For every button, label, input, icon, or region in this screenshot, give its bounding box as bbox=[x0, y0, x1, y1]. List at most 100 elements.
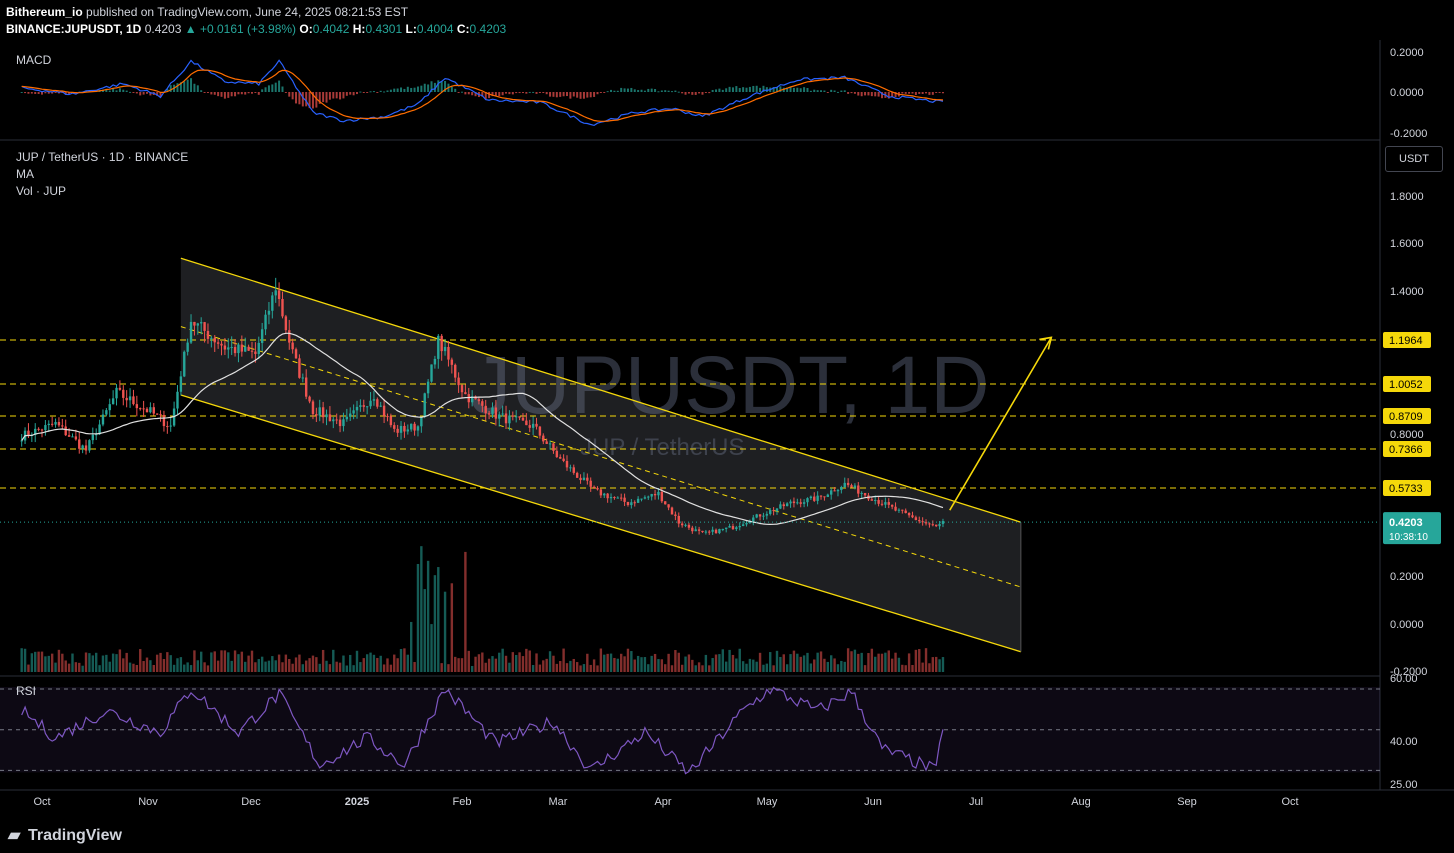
candle-body bbox=[149, 407, 152, 413]
macd-histogram-bar bbox=[830, 89, 833, 92]
macd-histogram-bar bbox=[816, 90, 819, 92]
candle-body bbox=[874, 499, 877, 501]
volume-bar bbox=[203, 662, 206, 672]
macd-histogram-bar bbox=[359, 91, 362, 93]
candle-body bbox=[758, 514, 762, 517]
macd-histogram-bar bbox=[200, 90, 203, 92]
volume-bar bbox=[907, 653, 911, 672]
candle-body bbox=[667, 504, 670, 508]
candle-body bbox=[755, 514, 758, 518]
volume-bar bbox=[609, 653, 613, 672]
chart-canvas[interactable]: JUPUSDT, 1DJUP / TetherUS1.19641.00520.8… bbox=[0, 0, 1454, 853]
candle-body bbox=[345, 416, 349, 420]
macd-histogram-bar bbox=[803, 87, 806, 92]
macd-histogram-bar bbox=[623, 88, 626, 92]
volume-bar bbox=[298, 654, 301, 672]
volume-bar bbox=[650, 655, 653, 672]
candle-body bbox=[565, 461, 569, 468]
ma-label[interactable]: MA bbox=[16, 167, 34, 181]
candle-body bbox=[857, 485, 860, 494]
macd-histogram-bar bbox=[864, 92, 867, 96]
volume-bar bbox=[176, 658, 179, 672]
macd-histogram-bar bbox=[386, 90, 389, 92]
rsi-axis-tick: 25.00 bbox=[1390, 779, 1418, 791]
volume-bar bbox=[311, 655, 315, 672]
candle-body bbox=[498, 414, 501, 419]
macd-histogram-bar bbox=[603, 92, 606, 93]
pair-label[interactable]: JUP / TetherUS · 1D · BINANCE bbox=[16, 150, 188, 164]
candle-body bbox=[254, 351, 257, 354]
volume-bar bbox=[145, 657, 149, 672]
candle-body bbox=[664, 501, 667, 505]
macd-histogram-bar bbox=[698, 92, 701, 94]
candle-body bbox=[67, 435, 71, 437]
macd-histogram-bar bbox=[870, 92, 873, 97]
volume-bar bbox=[799, 656, 802, 672]
macd-histogram-bar bbox=[423, 83, 426, 92]
rsi-label[interactable]: RSI bbox=[16, 684, 36, 698]
macd-histogram-bar bbox=[261, 89, 264, 92]
candle-body bbox=[816, 495, 819, 501]
candle-body bbox=[176, 391, 179, 409]
candle-body bbox=[216, 342, 220, 344]
macd-label[interactable]: MACD bbox=[16, 53, 51, 67]
vol-label[interactable]: Vol · JUP bbox=[16, 184, 66, 198]
time-axis-tick: Oct bbox=[33, 796, 50, 808]
macd-histogram-bar bbox=[122, 89, 125, 92]
volume-bar bbox=[613, 657, 616, 672]
candle-body bbox=[582, 477, 586, 481]
macd-histogram-bar bbox=[759, 87, 762, 92]
macd-histogram-bar bbox=[637, 90, 640, 92]
candle-body bbox=[325, 414, 328, 418]
volume-bar bbox=[288, 658, 291, 672]
macd-histogram-bar bbox=[549, 92, 552, 97]
candle-body bbox=[677, 515, 680, 524]
macd-histogram-bar bbox=[850, 92, 853, 94]
candle-body bbox=[376, 399, 379, 407]
candle-body bbox=[531, 423, 535, 428]
candle-body bbox=[271, 295, 274, 311]
volume-bar bbox=[454, 656, 457, 672]
volume-bar bbox=[332, 649, 335, 672]
candle-body bbox=[609, 497, 613, 499]
candle-body bbox=[152, 407, 155, 414]
candle-body bbox=[616, 497, 620, 499]
macd-histogram-bar bbox=[349, 92, 352, 95]
price-axis-tick: 0.8000 bbox=[1390, 429, 1424, 441]
volume-bar bbox=[477, 654, 481, 672]
macd-histogram-bar bbox=[572, 92, 575, 97]
candle-body bbox=[680, 523, 684, 526]
volume-bar bbox=[559, 661, 562, 672]
time-axis-tick: Dec bbox=[241, 796, 261, 808]
candle-body bbox=[592, 486, 596, 488]
volume-bar bbox=[575, 662, 579, 672]
volume-bar bbox=[274, 660, 277, 672]
candle-body bbox=[528, 425, 531, 428]
candle-body bbox=[501, 413, 504, 415]
macd-histogram-bar bbox=[362, 92, 365, 93]
candle-body bbox=[643, 497, 647, 499]
macd-histogram-bar bbox=[54, 92, 57, 93]
candle-body bbox=[718, 529, 721, 534]
level-tag-label: 0.8709 bbox=[1389, 411, 1423, 423]
macd-histogram-bar bbox=[626, 88, 629, 92]
rsi-axis-tick: 60.00 bbox=[1390, 673, 1418, 685]
macd-histogram-bar bbox=[535, 92, 538, 94]
macd-histogram-bar bbox=[461, 91, 463, 93]
macd-histogram-bar bbox=[826, 92, 829, 93]
volume-bar bbox=[616, 658, 620, 672]
volume-bar bbox=[457, 658, 460, 672]
candle-body bbox=[450, 359, 454, 365]
candle-body bbox=[775, 508, 779, 512]
macd-histogram-bar bbox=[904, 92, 907, 94]
volume-bar bbox=[664, 664, 667, 672]
candle-body bbox=[169, 425, 172, 427]
currency-button[interactable]: USDT bbox=[1385, 146, 1443, 172]
macd-histogram-bar bbox=[271, 84, 274, 92]
volume-bar bbox=[352, 665, 355, 672]
volume-bar bbox=[823, 658, 826, 672]
candle-body bbox=[606, 493, 609, 499]
macd-histogram-bar bbox=[853, 92, 856, 94]
candle-body bbox=[426, 381, 430, 394]
macd-histogram-bar bbox=[345, 92, 348, 96]
